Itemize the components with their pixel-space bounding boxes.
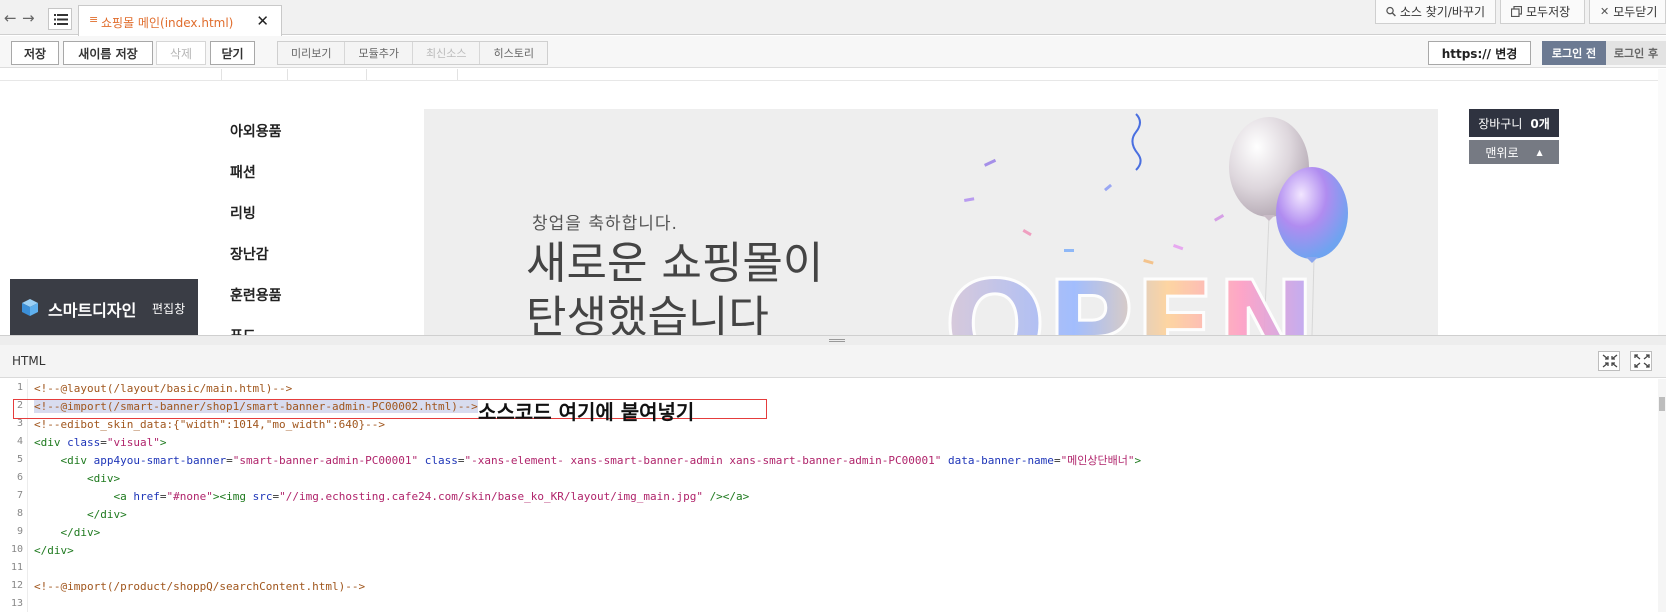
add-module-button[interactable]: 모듈추가 <box>345 42 413 64</box>
find-replace-label: 소스 찾기/바꾸기 <box>1399 5 1485 19</box>
code-line: <!--@import(/product/shoppQ/searchConten… <box>34 580 366 593</box>
ruler-tick <box>366 69 367 80</box>
line-number: 4 <box>16 436 23 447</box>
category-item[interactable]: 푸드 <box>230 326 256 335</box>
view-button-group: 미리보기 모듈추가 최신소스 히스토리 <box>277 41 548 65</box>
scroll-top-label: 맨위로 <box>1485 145 1519 160</box>
save-all-button[interactable]: 모두저장 <box>1500 0 1585 24</box>
expand-panel-button[interactable] <box>1630 351 1652 371</box>
code-panel-title: HTML <box>12 354 46 368</box>
expand-icon <box>1634 354 1650 368</box>
cart-label: 장바구니 <box>1478 116 1523 131</box>
login-after-toggle[interactable]: 로그인 후 <box>1606 41 1666 65</box>
code-line: <!--edibot_skin_data:{"width":1014,"mo_w… <box>34 418 385 431</box>
close-all-button[interactable]: ✕ 모두닫기 <box>1589 0 1666 24</box>
search-icon <box>1386 6 1396 17</box>
line-number: 13 <box>10 598 23 609</box>
code-line: <div class="visual"> <box>34 436 167 449</box>
preview-scrollbar[interactable] <box>1658 69 1666 335</box>
code-line: </div> <box>60 526 101 539</box>
smart-design-title: 스마트디자인 <box>48 301 137 320</box>
editor-toolbar: 저장 새이름 저장 삭제 닫기 미리보기 모듈추가 최신소스 히스토리 http… <box>0 36 1666 68</box>
close-icon: ✕ <box>1600 5 1610 18</box>
code-line: <div app4you-smart-banner="smart-banner-… <box>60 454 1142 467</box>
line-number: 1 <box>16 382 23 393</box>
smart-design-panel[interactable]: 스마트디자인 편집창 <box>10 279 198 335</box>
close-tab-icon[interactable]: ✕ <box>256 12 269 30</box>
svg-text:OPEN: OPEN <box>944 257 1316 335</box>
category-item[interactable]: 패션 <box>230 162 256 182</box>
line-number: 6 <box>16 472 23 483</box>
editor-window: ← → ≡ 쇼핑몰 메인(index.html) ✕ 소스 찾기/바꾸기 모두저… <box>0 0 1666 612</box>
code-line: </div> <box>34 544 74 557</box>
tab-label: 쇼핑몰 메인(index.html) <box>101 16 234 30</box>
code-panel-header: HTML <box>0 345 1666 378</box>
tab-index-html[interactable]: ≡ 쇼핑몰 메인(index.html) ✕ <box>78 5 282 36</box>
forward-arrow-icon[interactable]: → <box>22 10 35 26</box>
ruler-line <box>0 80 1666 81</box>
https-change-button[interactable]: https:// 변경 <box>1428 41 1531 65</box>
collapse-panel-button[interactable] <box>1598 351 1620 371</box>
line-number: 5 <box>16 454 23 465</box>
collapse-icon <box>1602 354 1618 368</box>
category-item[interactable]: 훈련용품 <box>230 285 282 305</box>
find-replace-button[interactable]: 소스 찾기/바꾸기 <box>1375 0 1496 24</box>
close-all-label: 모두닫기 <box>1613 5 1658 19</box>
code-editor[interactable]: 1 2 3 4 5 6 7 8 9 10 11 12 13 <!--@layou… <box>0 379 1666 612</box>
preview-button[interactable]: 미리보기 <box>278 42 346 64</box>
save-button[interactable]: 저장 <box>11 41 59 65</box>
code-line: <div> <box>86 472 121 485</box>
line-number: 10 <box>10 544 23 555</box>
delete-button[interactable]: 삭제 <box>156 41 206 65</box>
copy-icon <box>1511 6 1522 17</box>
save-as-button[interactable]: 새이름 저장 <box>63 41 153 65</box>
preview-pane: 아외용품 패션 리빙 장난감 훈련용품 푸드 창업을 축하합니다. 새로운 쇼핑… <box>0 69 1666 335</box>
line-number: 12 <box>10 580 23 591</box>
latest-source-button[interactable]: 최신소스 <box>413 42 481 64</box>
cart-count: 0개 <box>1530 116 1550 131</box>
code-line: <a href="#none"><img src="//img.echostin… <box>113 490 750 503</box>
code-line: </div> <box>86 508 127 521</box>
history-button[interactable]: 히스토리 <box>480 42 546 64</box>
line-number: 11 <box>10 562 23 573</box>
tab-bar: ← → ≡ 쇼핑몰 메인(index.html) ✕ 소스 찾기/바꾸기 모두저… <box>0 0 1666 36</box>
ruler-tick <box>287 69 288 80</box>
scrollbar-thumb[interactable] <box>1659 397 1665 411</box>
cart-badge[interactable]: 장바구니 0개 <box>1469 109 1559 137</box>
smart-design-edit-label[interactable]: 편집창 <box>152 300 185 317</box>
line-number: 7 <box>16 490 23 501</box>
back-arrow-icon[interactable]: ← <box>4 10 17 26</box>
paste-here-annotation: 소스코드 여기에 붙여넣기 <box>478 400 695 424</box>
scroll-top-button[interactable]: 맨위로 ▲ <box>1469 140 1559 164</box>
main-banner[interactable]: 창업을 축하합니다. 새로운 쇼핑몰이 탄생했습니다 OPEN <box>424 109 1438 335</box>
balloon-illustration: OPEN <box>943 113 1348 335</box>
ruler-tick <box>221 69 222 80</box>
login-before-toggle[interactable]: 로그인 전 <box>1542 41 1606 65</box>
file-menu-icon: ≡ <box>89 13 99 26</box>
category-item[interactable]: 장난감 <box>230 244 269 264</box>
caret-up-icon: ▲ <box>1536 147 1543 157</box>
save-all-label: 모두저장 <box>1526 5 1571 19</box>
file-list-button[interactable] <box>48 8 72 30</box>
pane-splitter[interactable] <box>0 335 1666 345</box>
ruler-tick <box>457 69 458 80</box>
line-number: 3 <box>16 418 23 429</box>
splitter-grip-icon <box>829 339 845 340</box>
code-scrollbar[interactable] <box>1658 379 1666 612</box>
list-icon <box>54 14 68 25</box>
category-item[interactable]: 리빙 <box>230 203 256 223</box>
line-number: 9 <box>16 526 23 537</box>
line-number: 8 <box>16 508 23 519</box>
code-line: <!--@layout(/layout/basic/main.html)--> <box>34 382 293 395</box>
close-button[interactable]: 닫기 <box>210 41 255 65</box>
category-item[interactable]: 아외용품 <box>230 121 282 141</box>
cube-icon <box>22 299 38 316</box>
